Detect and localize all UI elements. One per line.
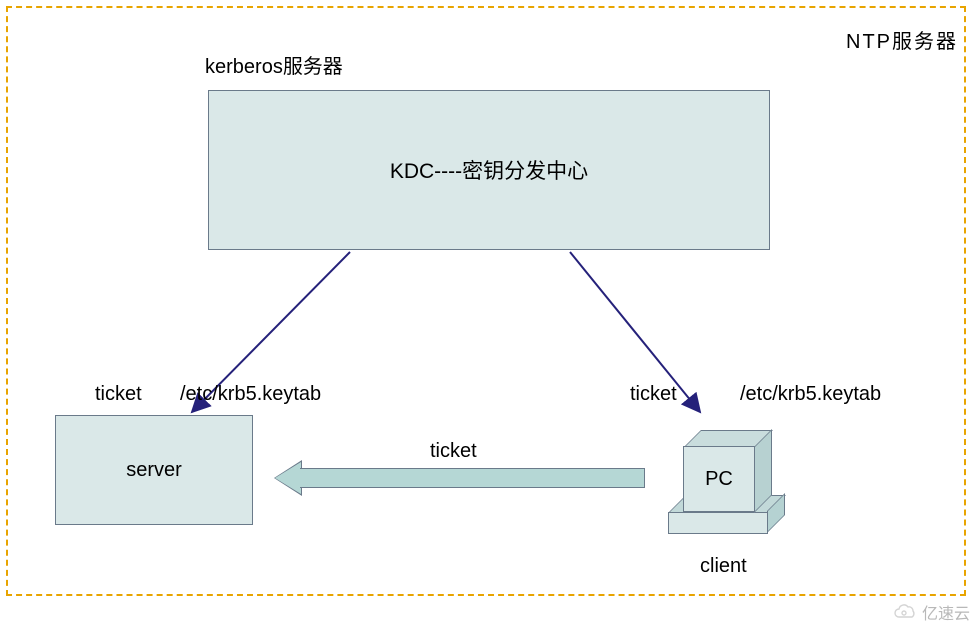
block-arrow-body <box>300 468 645 488</box>
pc-text: PC <box>705 468 733 491</box>
kerberos-server-label: kerberos服务器 <box>205 50 343 79</box>
block-arrow-head-icon <box>275 462 301 494</box>
watermark: 亿速云 <box>892 600 970 624</box>
pc-base-front-face <box>668 512 768 534</box>
ticket-label-left: ticket <box>95 383 142 406</box>
block-arrow-client-to-server <box>275 462 645 494</box>
keytab-path-right: /etc/krb5.keytab <box>740 383 881 406</box>
pc-cube-front-face: PC <box>683 446 755 512</box>
ntp-server-label: NTP服务器 <box>846 25 958 54</box>
ticket-label-right: ticket <box>630 383 677 406</box>
client-pc-shape: PC <box>665 420 790 540</box>
kdc-text: KDC----密钥分发中心 <box>390 155 588 185</box>
watermark-text: 亿速云 <box>922 600 970 624</box>
client-label: client <box>700 555 747 578</box>
keytab-path-left: /etc/krb5.keytab <box>180 383 321 406</box>
server-box: server <box>55 415 253 525</box>
ticket-arrow-label: ticket <box>430 440 477 463</box>
cloud-icon <box>892 603 918 621</box>
server-text: server <box>126 459 182 482</box>
kdc-box: KDC----密钥分发中心 <box>208 90 770 250</box>
